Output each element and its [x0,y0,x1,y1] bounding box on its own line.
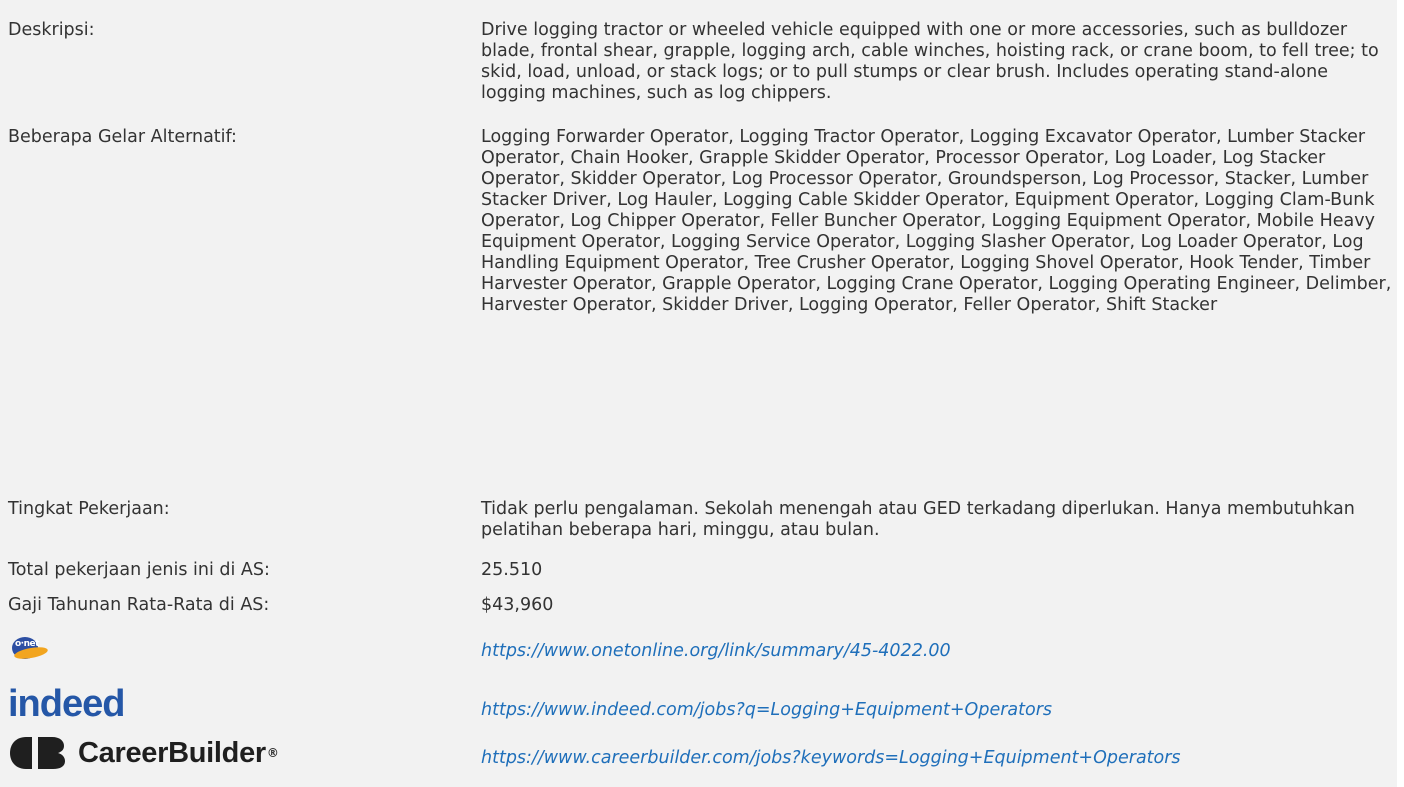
careerbuilder-mark-icon [10,737,65,769]
description-label: Deskripsi: [8,20,95,40]
job-level-label: Tingkat Pekerjaan: [8,499,170,519]
avg-salary-value: $43,960 [481,595,554,615]
careerbuilder-link[interactable]: https://www.careerbuilder.com/jobs?keywo… [481,748,1181,768]
registered-mark: ® [266,746,279,760]
onet-logo[interactable]: o·net [8,635,54,663]
indeed-link[interactable]: https://www.indeed.com/jobs?q=Logging+Eq… [481,700,1052,720]
alt-titles-label: Beberapa Gelar Alternatif: [8,127,237,147]
total-jobs-value: 25.510 [481,560,543,580]
onet-logo-text: o·net [15,639,39,649]
row-onet-link: o·net https://www.onetonline.org/link/su… [8,631,1397,667]
row-careerbuilder-link: CareerBuilder ® https://www.careerbuilder… [8,733,1397,777]
total-jobs-label: Total pekerjaan jenis ini di AS: [8,560,270,580]
row-indeed-link: indeed https://www.indeed.com/jobs?q=Log… [8,684,1397,728]
job-level-value: Tidak perlu pengalaman. Sekolah menengah… [481,499,1355,540]
careerbuilder-logo[interactable]: CareerBuilder ® [8,733,279,773]
job-details-panel: Deskripsi: Drive logging tractor or whee… [0,0,1397,787]
careerbuilder-wordmark: CareerBuilder [78,736,266,769]
alt-titles-value: Logging Forwarder Operator, Logging Trac… [481,127,1392,315]
indeed-logo[interactable]: indeed [8,684,125,724]
onet-link[interactable]: https://www.onetonline.org/link/summary/… [481,641,951,661]
description-value: Drive logging tractor or wheeled vehicle… [481,20,1379,103]
avg-salary-label: Gaji Tahunan Rata-Rata di AS: [8,595,270,615]
